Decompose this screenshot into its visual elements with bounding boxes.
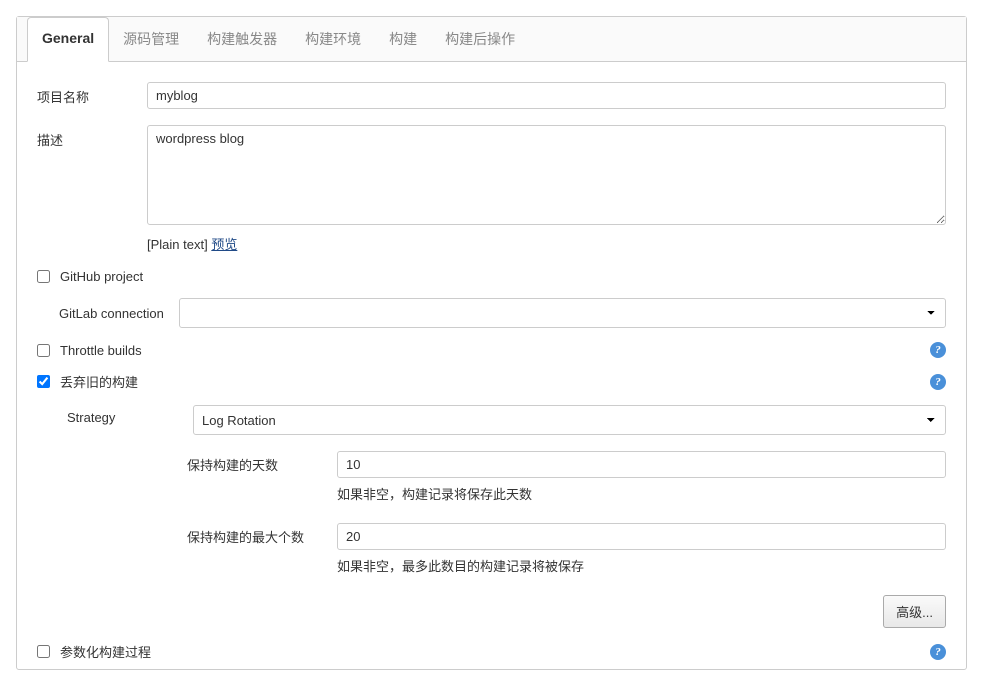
row-gitlab-connection: GitLab connection — [37, 298, 946, 328]
strategy-select[interactable]: Log Rotation — [193, 405, 946, 435]
row-discard-old: 丢弃旧的构建 ? — [37, 372, 946, 391]
log-rotation-block: 保持构建的天数 如果非空，构建记录将保存此天数 保持构建的最大个数 如果非空，最… — [167, 451, 946, 628]
preview-link[interactable]: 预览 — [211, 237, 237, 252]
label-project-name: 项目名称 — [37, 82, 147, 106]
tab-env[interactable]: 构建环境 — [291, 17, 375, 61]
help-icon[interactable]: ? — [930, 644, 946, 660]
gitlab-connection-label: GitLab connection — [59, 306, 179, 321]
label-days-to-keep: 保持构建的天数 — [187, 455, 337, 474]
max-to-keep-input[interactable] — [337, 523, 946, 550]
row-strategy: Strategy Log Rotation — [37, 405, 946, 435]
discard-old-label: 丢弃旧的构建 — [60, 372, 922, 391]
tab-post[interactable]: 构建后操作 — [431, 17, 529, 61]
github-project-checkbox[interactable] — [37, 270, 50, 283]
tabbar: General 源码管理 构建触发器 构建环境 构建 构建后操作 — [17, 17, 966, 62]
row-parameterized: 参数化构建过程 ? — [37, 642, 946, 661]
label-max-to-keep: 保持构建的最大个数 — [187, 527, 337, 546]
max-to-keep-help: 如果非空，最多此数目的构建记录将被保存 — [337, 556, 946, 575]
parameterized-checkbox[interactable] — [37, 645, 50, 658]
tab-general[interactable]: General — [27, 17, 109, 62]
discard-old-checkbox[interactable] — [37, 375, 50, 388]
tab-scm[interactable]: 源码管理 — [109, 17, 193, 61]
github-project-label: GitHub project — [60, 269, 946, 284]
days-to-keep-input[interactable] — [337, 451, 946, 478]
days-to-keep-help: 如果非空，构建记录将保存此天数 — [337, 484, 946, 503]
row-max-to-keep: 保持构建的最大个数 — [187, 523, 946, 550]
label-strategy: Strategy — [67, 405, 193, 425]
config-panel: General 源码管理 构建触发器 构建环境 构建 构建后操作 项目名称 描述… — [16, 16, 967, 670]
advanced-button[interactable]: 高级... — [883, 595, 946, 628]
plain-text-label: [Plain text] — [147, 237, 211, 252]
tab-build[interactable]: 构建 — [375, 17, 431, 61]
description-format-helper: [Plain text] 预览 — [147, 234, 946, 253]
parameterized-label: 参数化构建过程 — [60, 642, 922, 661]
description-input[interactable] — [147, 125, 946, 225]
project-name-input[interactable] — [147, 82, 946, 109]
form-body: 项目名称 描述 [Plain text] 预览 GitHub project G… — [17, 62, 966, 669]
row-github-project: GitHub project — [37, 269, 946, 284]
gitlab-connection-select[interactable] — [179, 298, 946, 328]
help-icon[interactable]: ? — [930, 342, 946, 358]
row-throttle-builds: Throttle builds ? — [37, 342, 946, 358]
throttle-builds-checkbox[interactable] — [37, 344, 50, 357]
label-description: 描述 — [37, 125, 147, 149]
row-days-to-keep: 保持构建的天数 — [187, 451, 946, 478]
throttle-builds-label: Throttle builds — [60, 343, 922, 358]
advanced-row: 高级... — [167, 595, 946, 628]
row-description: 描述 [Plain text] 预览 — [37, 125, 946, 253]
tab-triggers[interactable]: 构建触发器 — [193, 17, 291, 61]
help-icon[interactable]: ? — [930, 374, 946, 390]
row-project-name: 项目名称 — [37, 82, 946, 109]
